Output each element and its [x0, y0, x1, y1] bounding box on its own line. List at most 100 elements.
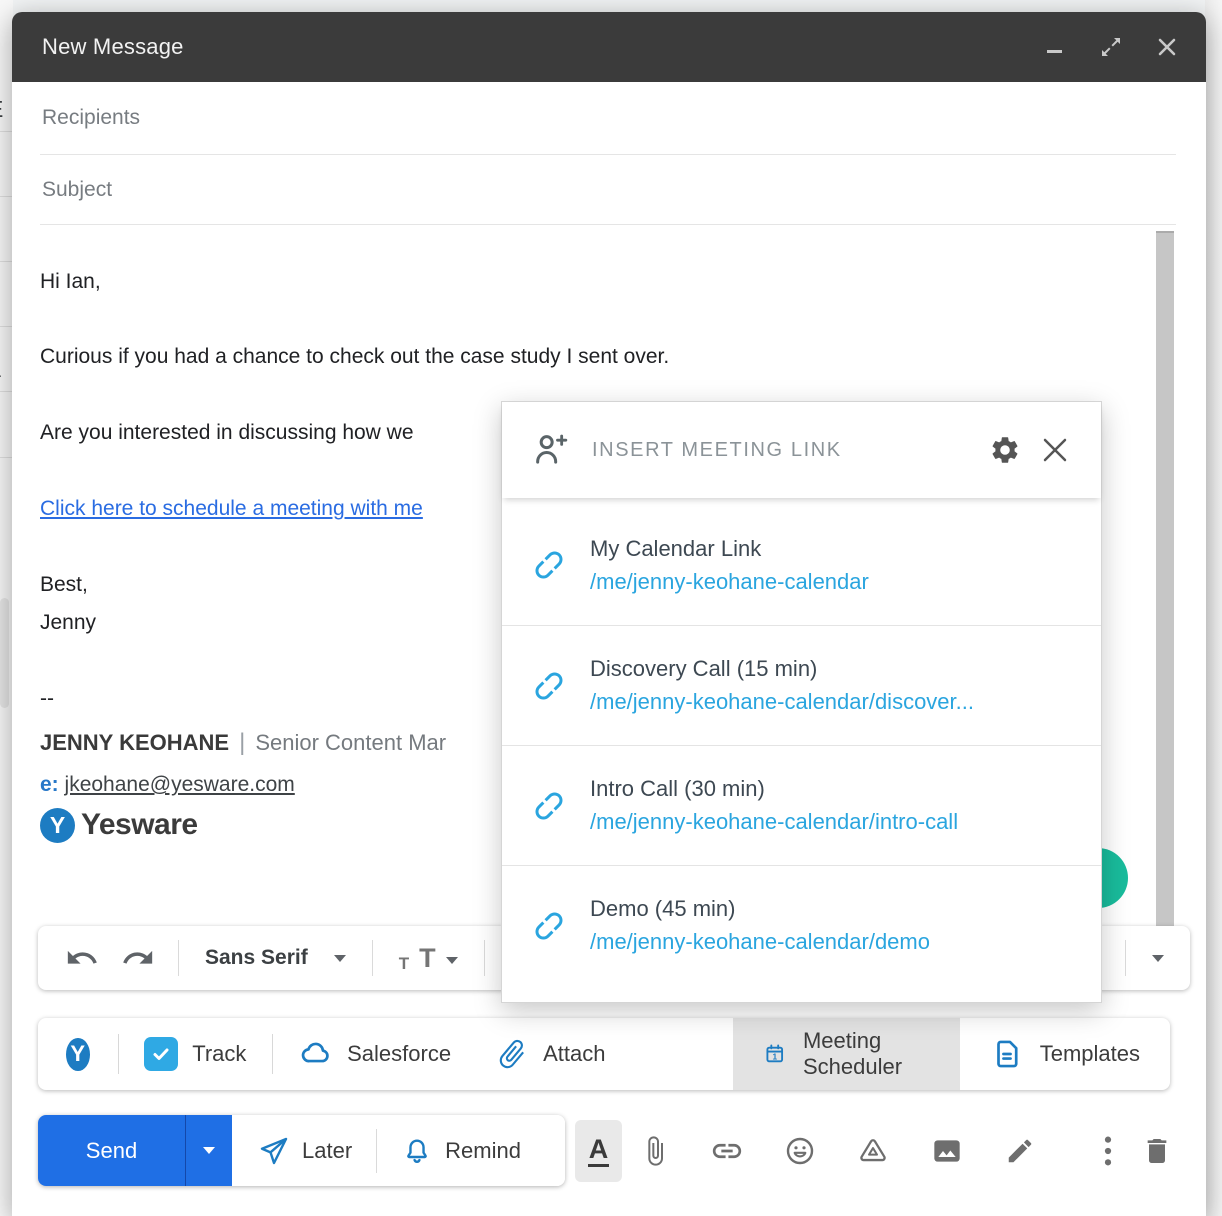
trash-icon[interactable]	[1139, 1133, 1175, 1169]
popup-header: INSERT MEETING LINK	[502, 402, 1101, 498]
salesforce-label: Salesforce	[347, 1041, 451, 1067]
background-page-right	[1205, 0, 1222, 1216]
paperclip-icon	[488, 1030, 536, 1078]
document-icon	[990, 1037, 1024, 1071]
meeting-link-list: My Calendar Link /me/jenny-keohane-calen…	[502, 505, 1101, 985]
signature-email[interactable]: jkeohane@yesware.com	[65, 773, 295, 796]
signature-name: JENNY KEOHANE	[40, 730, 229, 755]
templates-button[interactable]: Templates	[960, 1018, 1170, 1090]
bell-icon	[401, 1135, 433, 1167]
attach-label: Attach	[543, 1041, 605, 1067]
undo-icon[interactable]	[62, 938, 102, 978]
chevron-down-icon	[334, 955, 346, 962]
insert-photo-icon[interactable]	[929, 1133, 965, 1169]
chain-link-icon	[530, 667, 568, 705]
window-title: New Message	[42, 34, 184, 60]
meeting-link-item[interactable]: Demo (45 min) /me/jenny-keohane-calendar…	[502, 865, 1101, 985]
recipients-field[interactable]: Recipients	[40, 82, 1176, 155]
signature-logo: Y Yesware	[40, 806, 198, 844]
more-options-icon[interactable]	[1090, 1133, 1126, 1169]
drive-icon[interactable]	[855, 1133, 891, 1169]
schedule-meeting-link[interactable]: Click here to schedule a meeting with me	[40, 490, 423, 528]
meeting-link-item[interactable]: My Calendar Link /me/jenny-keohane-calen…	[502, 505, 1101, 625]
track-label: Track	[192, 1041, 246, 1067]
calendar-icon: 1	[763, 1037, 787, 1071]
format-a-icon: A	[588, 1135, 610, 1166]
divider	[1125, 940, 1126, 976]
body-line: Are you interested in discussing how we	[40, 414, 414, 452]
salesforce-button[interactable]: Salesforce	[299, 1037, 451, 1071]
recipients-placeholder: Recipients	[40, 106, 140, 130]
font-family-selector[interactable]: Sans Serif	[205, 946, 346, 970]
text-size-selector[interactable]: T T	[399, 945, 458, 972]
meeting-link-label: Demo (45 min)	[590, 896, 930, 922]
formatting-options-button[interactable]: A	[575, 1120, 622, 1182]
meeting-link-url: /me/jenny-keohane-calendar/discover...	[590, 689, 974, 715]
text-size-icon: T	[419, 945, 436, 972]
divider	[376, 1129, 377, 1173]
redo-icon[interactable]	[118, 938, 158, 978]
meeting-scheduler-label: Meeting Scheduler	[803, 1028, 930, 1080]
divider	[272, 1034, 273, 1074]
attach-files-icon[interactable]	[637, 1133, 673, 1169]
popup-title: INSERT MEETING LINK	[592, 439, 987, 462]
chain-link-icon	[530, 907, 568, 945]
close-icon[interactable]	[1037, 432, 1073, 468]
chain-link-icon	[530, 546, 568, 584]
meeting-link-item[interactable]: Intro Call (30 min) /me/jenny-keohane-ca…	[502, 745, 1101, 865]
gear-icon[interactable]	[987, 432, 1023, 468]
text-size-icon: T	[399, 955, 409, 972]
compose-titlebar: New Message	[12, 12, 1206, 82]
chevron-down-icon	[203, 1147, 215, 1154]
subject-field[interactable]: Subject	[40, 155, 1176, 225]
meeting-scheduler-button[interactable]: 1 Meeting Scheduler	[733, 1018, 959, 1090]
send-bar: Send Later Remind	[38, 1115, 565, 1186]
minimize-icon[interactable]	[1042, 34, 1068, 60]
meeting-link-label: My Calendar Link	[590, 536, 869, 562]
paper-plane-icon	[258, 1135, 290, 1167]
signature-job-title: Senior Content Mar	[255, 730, 446, 755]
body-scrollbar[interactable]	[1156, 231, 1174, 935]
pen-signature-icon[interactable]	[1002, 1133, 1038, 1169]
email-label: e:	[40, 773, 59, 796]
subject-placeholder: Subject	[40, 178, 112, 202]
insert-link-icon[interactable]	[709, 1133, 745, 1169]
later-label: Later	[302, 1138, 352, 1164]
meeting-link-url: /me/jenny-keohane-calendar	[590, 569, 869, 595]
close-icon[interactable]	[1154, 34, 1180, 60]
yesware-toolbar: Y Track Salesforce Attach 1 Meeting Sche…	[38, 1018, 1170, 1090]
track-checkbox-icon[interactable]	[144, 1037, 178, 1071]
attach-button[interactable]: Attach	[495, 1037, 605, 1071]
signature-separator: |	[239, 729, 245, 756]
signature-email-line: e: jkeohane@yesware.com	[40, 766, 295, 804]
remind-button[interactable]: Remind	[401, 1135, 521, 1167]
emoji-icon[interactable]	[782, 1133, 818, 1169]
divider	[178, 940, 179, 976]
remind-label: Remind	[445, 1138, 521, 1164]
yesware-logo-icon[interactable]: Y	[66, 1038, 90, 1071]
signature-name-line: JENNY KEOHANE | Senior Content Mar	[40, 724, 446, 763]
send-options-dropdown[interactable]	[185, 1115, 232, 1186]
send-later-button[interactable]: Later	[258, 1135, 352, 1167]
body-line: Hi Ian,	[40, 263, 101, 301]
body-line: Best,	[40, 566, 88, 604]
meeting-link-url: /me/jenny-keohane-calendar/intro-call	[590, 809, 958, 835]
send-button[interactable]: Send	[38, 1115, 185, 1186]
chevron-down-icon	[446, 957, 458, 964]
meeting-link-item[interactable]: Discovery Call (15 min) /me/jenny-keohan…	[502, 625, 1101, 745]
popout-icon[interactable]	[1098, 34, 1124, 60]
yesware-logo-icon: Y	[40, 808, 75, 843]
divider	[372, 940, 373, 976]
more-formatting-icon[interactable]	[1152, 955, 1164, 962]
signature-divider: --	[40, 680, 54, 718]
templates-label: Templates	[1040, 1041, 1140, 1067]
body-line: Jenny	[40, 604, 96, 642]
divider	[484, 940, 485, 976]
meeting-link-label: Discovery Call (15 min)	[590, 656, 974, 682]
track-toggle[interactable]: Track	[144, 1037, 246, 1071]
meeting-link-url: /me/jenny-keohane-calendar/demo	[590, 929, 930, 955]
insert-meeting-link-popup: INSERT MEETING LINK My Calendar Link /me…	[501, 401, 1102, 1003]
cloud-icon	[299, 1037, 333, 1071]
font-family-label: Sans Serif	[205, 946, 308, 970]
person-add-icon	[530, 430, 570, 470]
